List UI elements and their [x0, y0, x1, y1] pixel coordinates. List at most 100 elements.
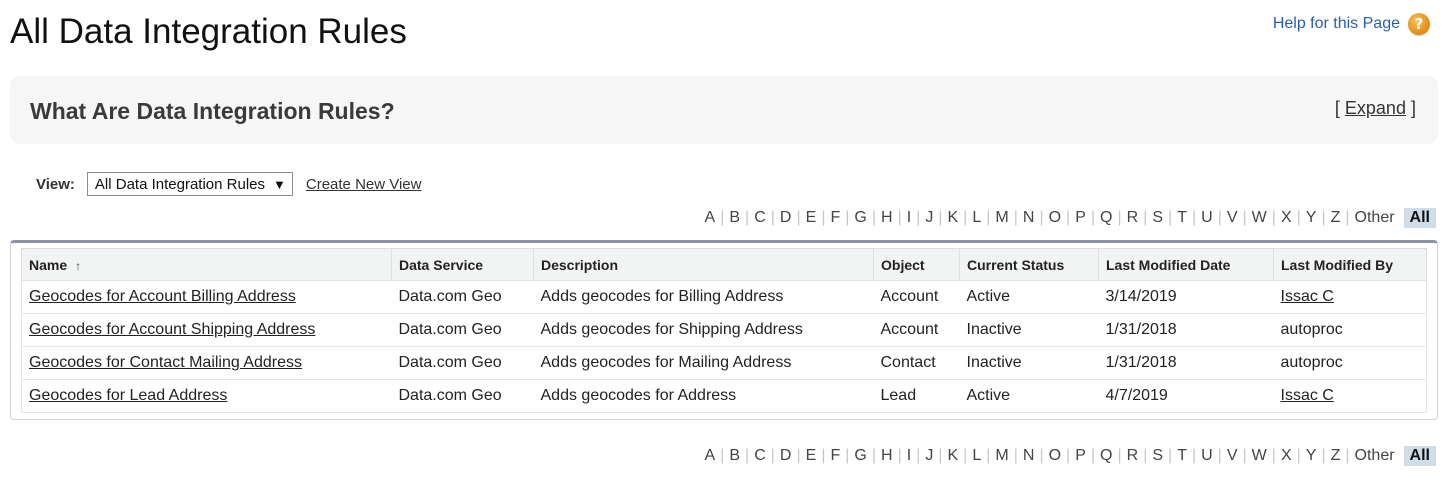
- view-row: View: All Data Integration Rules ▼ Creat…: [36, 172, 421, 196]
- column-header-data-service[interactable]: Data Service: [391, 248, 534, 281]
- alpha-top-letter-t[interactable]: T: [1172, 209, 1192, 227]
- table-row: Geocodes for Account Shipping Address Dat…: [21, 313, 1427, 347]
- cell-by: autoproc: [1273, 313, 1427, 347]
- alpha-top-letter-j[interactable]: J: [920, 209, 938, 227]
- alpha-bottom-letter-other[interactable]: Other: [1350, 447, 1400, 465]
- alpha-bottom-letter-e[interactable]: E: [801, 447, 822, 465]
- alpha-bottom-letter-c[interactable]: C: [749, 447, 771, 465]
- alpha-bottom-letter-n[interactable]: N: [1018, 447, 1040, 465]
- alpha-bottom-letter-u[interactable]: U: [1196, 447, 1218, 465]
- alpha-top-letter-d[interactable]: D: [775, 209, 797, 227]
- alpha-bottom-letter-o[interactable]: O: [1044, 447, 1066, 465]
- alpha-top-letter-g[interactable]: G: [849, 209, 871, 227]
- rule-name-link[interactable]: Geocodes for Account Shipping Address: [29, 321, 315, 338]
- expand-link[interactable]: Expand: [1345, 98, 1406, 118]
- column-label: Name: [29, 256, 68, 273]
- alpha-top-letter-k[interactable]: K: [943, 209, 964, 227]
- alpha-top-letter-m[interactable]: M: [990, 209, 1013, 227]
- column-header-name[interactable]: Name ↑: [21, 248, 392, 281]
- cell-name: Geocodes for Account Shipping Address: [21, 313, 392, 347]
- cell-status: Inactive: [959, 313, 1099, 347]
- alpha-bottom-letter-h[interactable]: H: [876, 447, 898, 465]
- alpha-bottom-letter-g[interactable]: G: [849, 447, 871, 465]
- rule-name-link[interactable]: Geocodes for Account Billing Address: [29, 288, 296, 305]
- alpha-top-letter-u[interactable]: U: [1196, 209, 1218, 227]
- rules-table-panel: Name ↑ Data Service Description Object Cu…: [10, 240, 1438, 420]
- alpha-top-letter-b[interactable]: B: [724, 209, 745, 227]
- alpha-top-letter-f[interactable]: F: [825, 209, 845, 227]
- alpha-top-letter-other[interactable]: Other: [1350, 209, 1400, 227]
- cell-service: Data.com Geo: [391, 313, 534, 347]
- cell-status: Active: [959, 379, 1099, 413]
- cell-name: Geocodes for Account Billing Address: [21, 280, 392, 314]
- cell-description: Adds geocodes for Address: [533, 379, 874, 413]
- alpha-top-letter-l[interactable]: L: [967, 209, 986, 227]
- cell-date: 3/14/2019: [1098, 280, 1274, 314]
- cell-service: Data.com Geo: [391, 280, 534, 314]
- alpha-bottom-letter-t[interactable]: T: [1172, 447, 1192, 465]
- alpha-top-letter-e[interactable]: E: [801, 209, 822, 227]
- expand-bracket-open: [: [1334, 98, 1340, 118]
- create-new-view-link[interactable]: Create New View: [306, 176, 422, 193]
- sort-ascending-icon: ↑: [75, 258, 82, 273]
- column-header-object[interactable]: Object: [873, 248, 960, 281]
- rule-name-link[interactable]: Geocodes for Contact Mailing Address: [29, 354, 302, 371]
- alpha-bottom-letter-x[interactable]: X: [1276, 447, 1297, 465]
- alpha-bottom-letter-b[interactable]: B: [724, 447, 745, 465]
- alpha-top-letter-q[interactable]: Q: [1095, 209, 1117, 227]
- cell-description: Adds geocodes for Mailing Address: [533, 346, 874, 380]
- alpha-top-letter-z[interactable]: Z: [1326, 209, 1346, 227]
- alpha-bottom-letter-all[interactable]: All: [1403, 446, 1436, 466]
- alpha-bottom-letter-d[interactable]: D: [775, 447, 797, 465]
- alpha-bottom-letter-s[interactable]: S: [1147, 447, 1168, 465]
- alpha-top-letter-c[interactable]: C: [749, 209, 771, 227]
- alpha-top-letter-p[interactable]: P: [1070, 209, 1091, 227]
- alpha-bottom-letter-i[interactable]: I: [902, 447, 916, 465]
- alpha-bottom-letter-w[interactable]: W: [1247, 447, 1272, 465]
- cell-date: 1/31/2018: [1098, 346, 1274, 380]
- help-link[interactable]: Help for this Page ?: [1273, 13, 1430, 35]
- user-link[interactable]: Issac C: [1281, 387, 1334, 404]
- alpha-bottom-letter-f[interactable]: F: [825, 447, 845, 465]
- column-header-current-status[interactable]: Current Status: [959, 248, 1099, 281]
- alpha-bottom-letter-q[interactable]: Q: [1095, 447, 1117, 465]
- alpha-top-letter-s[interactable]: S: [1147, 209, 1168, 227]
- rules-table: Name ↑ Data Service Description Object Cu…: [21, 248, 1427, 413]
- table-row: Geocodes for Contact Mailing Address Data…: [21, 346, 1427, 380]
- alpha-bottom-letter-k[interactable]: K: [943, 447, 964, 465]
- cell-date: 4/7/2019: [1098, 379, 1274, 413]
- cell-object: Account: [873, 280, 960, 314]
- alpha-bottom-letter-m[interactable]: M: [990, 447, 1013, 465]
- alpha-top-letter-a[interactable]: A: [700, 209, 721, 227]
- view-select[interactable]: All Data Integration Rules ▼: [86, 172, 293, 196]
- view-label: View:: [36, 175, 75, 193]
- alpha-bottom-letter-r[interactable]: R: [1122, 447, 1144, 465]
- cell-name: Geocodes for Lead Address: [21, 379, 392, 413]
- rule-name-link[interactable]: Geocodes for Lead Address: [29, 387, 227, 404]
- alpha-top-letter-x[interactable]: X: [1276, 209, 1297, 227]
- alpha-bottom-letter-p[interactable]: P: [1070, 447, 1091, 465]
- alpha-top-letter-all[interactable]: All: [1403, 208, 1436, 228]
- cell-date: 1/31/2018: [1098, 313, 1274, 347]
- alpha-bottom-letter-y[interactable]: Y: [1301, 447, 1322, 465]
- alpha-bottom-letter-l[interactable]: L: [967, 447, 986, 465]
- column-header-last-modified-by[interactable]: Last Modified By: [1273, 248, 1427, 281]
- alpha-top-letter-y[interactable]: Y: [1301, 209, 1322, 227]
- alpha-top-letter-h[interactable]: H: [876, 209, 898, 227]
- alpha-bottom-letter-j[interactable]: J: [920, 447, 938, 465]
- column-header-last-modified-date[interactable]: Last Modified Date: [1098, 248, 1274, 281]
- expand-control: [ Expand ]: [1335, 98, 1416, 119]
- alpha-bottom-letter-v[interactable]: V: [1222, 447, 1243, 465]
- column-header-description[interactable]: Description: [533, 248, 874, 281]
- alpha-top-letter-i[interactable]: I: [902, 209, 916, 227]
- alpha-top-letter-r[interactable]: R: [1122, 209, 1144, 227]
- chevron-down-icon: ▼: [273, 176, 286, 192]
- user-link[interactable]: Issac C: [1281, 288, 1334, 305]
- cell-description: Adds geocodes for Billing Address: [533, 280, 874, 314]
- alpha-bottom-letter-a[interactable]: A: [700, 447, 721, 465]
- alpha-top-letter-n[interactable]: N: [1018, 209, 1040, 227]
- alpha-top-letter-o[interactable]: O: [1044, 209, 1066, 227]
- alpha-top-letter-w[interactable]: W: [1247, 209, 1272, 227]
- alpha-top-letter-v[interactable]: V: [1222, 209, 1243, 227]
- alpha-bottom-letter-z[interactable]: Z: [1326, 447, 1346, 465]
